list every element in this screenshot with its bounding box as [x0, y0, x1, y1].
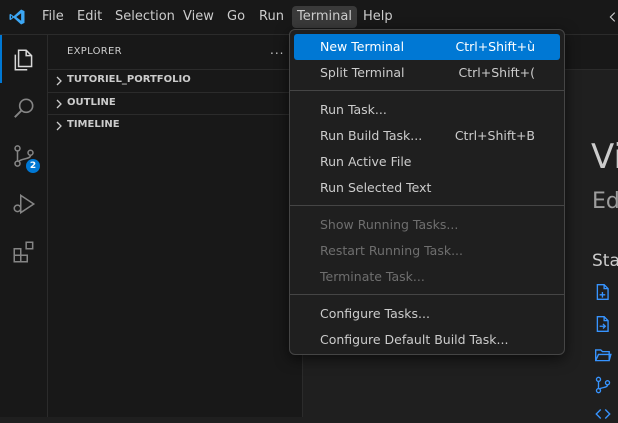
menu-item-run-selected-text[interactable]: Run Selected Text [294, 175, 560, 201]
welcome-start-heading: Sta [592, 251, 618, 271]
menu-item-run-active-file[interactable]: Run Active File [294, 149, 560, 175]
menu-item-label: New Terminal [320, 39, 405, 54]
menu-item-shortcut: Ctrl+Shift+ù [455, 39, 535, 54]
explorer-icon [14, 49, 33, 71]
menu-terminal[interactable]: Terminal [292, 6, 357, 28]
section-label: TIMELINE [67, 119, 120, 130]
chevron-right-icon [56, 76, 62, 86]
menu-help[interactable]: Help [358, 6, 398, 28]
source-control-badge: 2 [26, 159, 40, 173]
menu-item-run-task[interactable]: Run Task... [294, 97, 560, 123]
menu-item-label: Run Task... [320, 102, 387, 117]
section-timeline[interactable]: TIMELINE [48, 114, 302, 136]
activity-run-debug[interactable] [0, 179, 48, 227]
open-file-icon[interactable] [594, 315, 612, 333]
menu-separator [290, 205, 564, 206]
vscode-logo-icon [9, 9, 25, 25]
menu-item-show-running-tasks: Show Running Tasks... [294, 212, 560, 238]
menu-item-label: Configure Default Build Task... [320, 332, 509, 347]
more-actions-icon[interactable]: ... [270, 43, 284, 57]
menu-separator [290, 90, 564, 91]
menu-item-run-build-task[interactable]: Run Build Task... Ctrl+Shift+B [294, 123, 560, 149]
terminal-menu: New Terminal Ctrl+Shift+ù Split Terminal… [289, 29, 565, 355]
connect-remote-icon[interactable] [594, 405, 612, 423]
section-label: TUTORIEL_PORTFOLIO [67, 74, 191, 85]
activity-search[interactable] [0, 83, 48, 131]
menu-item-terminate-task: Terminate Task... [294, 264, 560, 290]
chevron-right-icon [56, 99, 62, 109]
menu-item-label: Restart Running Task... [320, 243, 463, 258]
menu-view[interactable]: View [178, 6, 219, 28]
menu-item-shortcut: Ctrl+Shift+( [458, 65, 535, 80]
menu-separator [290, 294, 564, 295]
menu-item-configure-tasks[interactable]: Configure Tasks... [294, 301, 560, 327]
extensions-icon [13, 241, 34, 263]
menu-edit[interactable]: Edit [72, 6, 107, 28]
menu-item-shortcut: Ctrl+Shift+B [454, 128, 535, 143]
section-tutoriel-portfolio[interactable]: TUTORIEL_PORTFOLIO [48, 69, 302, 91]
activity-explorer[interactable] [0, 35, 48, 83]
menu-item-label: Show Running Tasks... [320, 217, 459, 232]
clone-repo-icon[interactable] [594, 376, 612, 394]
menu-item-label: Run Selected Text [320, 180, 432, 195]
search-icon [14, 98, 34, 118]
menu-item-label: Run Build Task... [320, 128, 423, 143]
welcome-title: Vi [591, 137, 618, 177]
menu-item-new-terminal[interactable]: New Terminal Ctrl+Shift+ù [294, 34, 560, 60]
welcome-subtitle: Ed [592, 189, 618, 214]
section-outline[interactable]: OUTLINE [48, 92, 302, 114]
sidebar-title: EXPLORER [67, 46, 122, 57]
activity-source-control[interactable]: 2 [0, 131, 48, 179]
run-debug-icon [13, 193, 36, 215]
menu-run[interactable]: Run [254, 6, 289, 28]
menu-item-split-terminal[interactable]: Split Terminal Ctrl+Shift+( [294, 60, 560, 86]
chevron-right-icon [56, 121, 62, 131]
section-label: OUTLINE [67, 97, 116, 108]
arrow-left-icon[interactable] [606, 10, 618, 24]
new-file-icon[interactable] [594, 283, 612, 301]
explorer-sidebar: EXPLORER ... TUTORIEL_PORTFOLIO OUTLINE … [48, 35, 303, 417]
open-folder-icon[interactable] [594, 346, 612, 364]
activity-bar: 2 [0, 35, 48, 417]
menu-item-label: Configure Tasks... [320, 306, 430, 321]
menu-item-restart-running-task: Restart Running Task... [294, 238, 560, 264]
menu-go[interactable]: Go [222, 6, 250, 28]
menu-item-label: Terminate Task... [320, 269, 425, 284]
activity-extensions[interactable] [0, 227, 48, 275]
menu-selection[interactable]: Selection [110, 6, 180, 28]
menu-file[interactable]: File [37, 6, 69, 28]
menu-item-label: Run Active File [320, 154, 412, 169]
menu-item-configure-default-build-task[interactable]: Configure Default Build Task... [294, 327, 560, 353]
menu-item-label: Split Terminal [320, 65, 405, 80]
